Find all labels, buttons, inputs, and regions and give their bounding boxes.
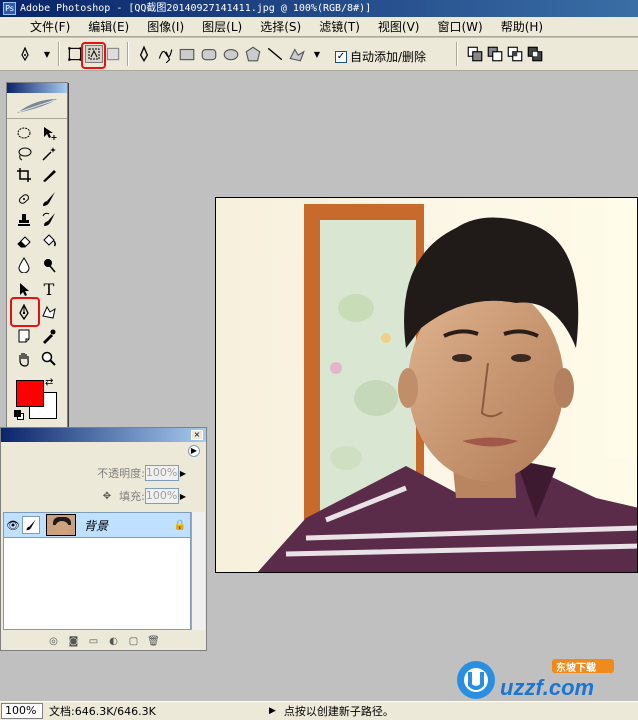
ellipse-shape-icon[interactable]: [222, 45, 240, 63]
type-tool-icon[interactable]: T: [38, 279, 60, 299]
path-combine-intersect-icon[interactable]: [506, 45, 524, 63]
foreground-color-swatch[interactable]: [16, 380, 44, 407]
layer-thumbnail: [46, 514, 76, 536]
notes-tool-icon[interactable]: [13, 326, 35, 346]
menu-filter[interactable]: 滤镜(T): [313, 18, 366, 35]
document-canvas[interactable]: [215, 197, 638, 573]
menu-view[interactable]: 视图(V): [372, 18, 426, 35]
status-menu-arrow-icon[interactable]: ▶: [269, 706, 276, 716]
auto-add-delete-checkbox[interactable]: ✓: [335, 50, 347, 63]
delete-layer-trash-icon[interactable]: 🗑: [147, 635, 160, 647]
watermark-tagline: 东坡下载: [556, 663, 596, 674]
lock-position-icon[interactable]: ✥: [103, 491, 111, 502]
menu-window[interactable]: 窗口(W): [431, 18, 488, 35]
tool-preset-dropdown-icon[interactable]: ▼: [38, 45, 56, 63]
layer-name: 背景: [84, 518, 109, 533]
custom-shape-tool-icon[interactable]: [38, 302, 60, 322]
pen-tool-option-icon[interactable]: [135, 45, 153, 63]
menu-edit[interactable]: 编辑(E): [82, 18, 135, 35]
eraser-tool-icon[interactable]: [13, 231, 35, 251]
opacity-slider-arrow-icon[interactable]: ▶: [180, 469, 186, 478]
opacity-field[interactable]: 100%: [144, 465, 179, 481]
path-selection-icon[interactable]: [13, 279, 35, 299]
hand-tool-icon[interactable]: [13, 349, 35, 369]
watermark-brand: uzzf.com: [500, 675, 595, 700]
healing-brush-icon[interactable]: [13, 189, 35, 209]
dodge-tool-icon[interactable]: [38, 255, 60, 275]
opacity-row: 不透明度: 100% ▶: [1, 462, 206, 484]
status-hint: 点按以创建新子路径。: [283, 705, 394, 718]
blur-tool-icon[interactable]: [13, 255, 35, 275]
layers-panel-footer: ◎ ◙ ▭ ◐ ▢ 🗑: [1, 632, 206, 650]
menu-file[interactable]: 文件(F): [24, 18, 76, 35]
polygon-shape-icon[interactable]: [244, 45, 262, 63]
opacity-label: 不透明度:: [97, 467, 145, 480]
path-combine-add-icon[interactable]: [466, 45, 484, 63]
photo-image: [216, 198, 637, 572]
layer-row[interactable]: 👁 背景 🔒: [3, 512, 191, 538]
move-tool-icon[interactable]: [38, 123, 60, 143]
clone-stamp-icon[interactable]: [13, 210, 35, 230]
photoshop-app-icon: Ps: [3, 2, 16, 15]
tool-preset-pen-icon[interactable]: [16, 45, 34, 63]
slice-tool-icon[interactable]: [38, 165, 60, 185]
magic-wand-icon[interactable]: [38, 144, 60, 164]
title-bar: Ps Adobe Photoshop - [QQ截图20140927141411…: [0, 0, 638, 17]
path-combine-exclude-icon[interactable]: [526, 45, 544, 63]
swap-colors-icon[interactable]: ⇄: [45, 377, 53, 388]
zoom-field[interactable]: 100%: [1, 703, 43, 719]
zoom-tool-icon[interactable]: [38, 349, 60, 369]
freeform-pen-icon[interactable]: [156, 45, 174, 63]
fill-pixels-icon[interactable]: [104, 45, 122, 63]
fill-label: 填充:: [119, 490, 145, 503]
new-layer-icon[interactable]: ▢: [128, 635, 140, 647]
paint-bucket-icon[interactable]: [38, 231, 60, 251]
adjustment-layer-icon[interactable]: ◐: [108, 635, 120, 647]
new-group-folder-icon[interactable]: ▭: [88, 635, 100, 647]
layer-visibility-eye-icon[interactable]: 👁: [4, 519, 22, 532]
line-shape-icon[interactable]: [266, 45, 284, 63]
options-bar: ▼ ▼ ✓ 自动添加/删除: [0, 38, 638, 71]
custom-shape-icon[interactable]: [288, 45, 306, 63]
menu-select[interactable]: 选择(S): [254, 18, 307, 35]
layers-panel: × ▶ 不透明度: 100% ▶ ✥ 填充: 100% ▶ 👁 背景 🔒 ◎ ◙…: [0, 427, 207, 651]
rounded-rectangle-icon[interactable]: [200, 45, 218, 63]
adobe-online-feather-icon[interactable]: [7, 93, 67, 119]
window-title: Adobe Photoshop - [QQ截图20140927141411.jp…: [20, 3, 372, 14]
fill-row: ✥ 填充: 100% ▶: [1, 485, 206, 507]
fill-field[interactable]: 100%: [144, 488, 179, 504]
menu-image[interactable]: 图像(I): [141, 18, 190, 35]
auto-add-delete-label: 自动添加/删除: [350, 50, 427, 64]
brush-tool-icon[interactable]: [38, 189, 60, 209]
path-combine-subtract-icon[interactable]: [486, 45, 504, 63]
layers-scrollbar[interactable]: [191, 512, 205, 630]
layers-panel-title-bar[interactable]: ×: [1, 428, 206, 442]
document-size-info: 文档:646.3K/646.3K: [49, 705, 156, 718]
layer-style-icon[interactable]: ◎: [48, 635, 60, 647]
layer-mask-icon[interactable]: ◙: [68, 635, 80, 647]
status-bar: 100% 文档:646.3K/646.3K ▶ 点按以创建新子路径。: [0, 701, 638, 720]
paths-mode-highlight: [81, 42, 106, 69]
fill-slider-arrow-icon[interactable]: ▶: [180, 492, 186, 501]
shape-dropdown-icon[interactable]: ▼: [308, 45, 326, 63]
eyedropper-tool-icon[interactable]: [38, 326, 60, 346]
history-brush-icon[interactable]: [38, 210, 60, 230]
panel-close-icon[interactable]: ×: [191, 430, 203, 440]
crop-tool-icon[interactable]: [13, 165, 35, 185]
menu-layer[interactable]: 图层(L): [196, 18, 248, 35]
lasso-tool-icon[interactable]: [13, 144, 35, 164]
layer-lock-icon: 🔒: [173, 519, 186, 531]
menu-help[interactable]: 帮助(H): [495, 18, 549, 35]
rectangle-shape-icon[interactable]: [178, 45, 196, 63]
auto-add-delete-option[interactable]: ✓ 自动添加/删除: [335, 48, 426, 65]
pen-tool-highlight: [10, 297, 40, 327]
uzzf-watermark: uzzf.com 东坡下载: [452, 655, 632, 703]
marquee-tool-icon[interactable]: [13, 123, 35, 143]
layer-brush-link-icon[interactable]: [22, 516, 40, 534]
menu-bar: 文件(F) 编辑(E) 图像(I) 图层(L) 选择(S) 滤镜(T) 视图(V…: [0, 17, 638, 37]
toolbox-title-bar[interactable]: [7, 83, 67, 93]
panel-menu-arrow-icon[interactable]: ▶: [188, 445, 200, 457]
default-colors-icon[interactable]: [14, 410, 24, 420]
